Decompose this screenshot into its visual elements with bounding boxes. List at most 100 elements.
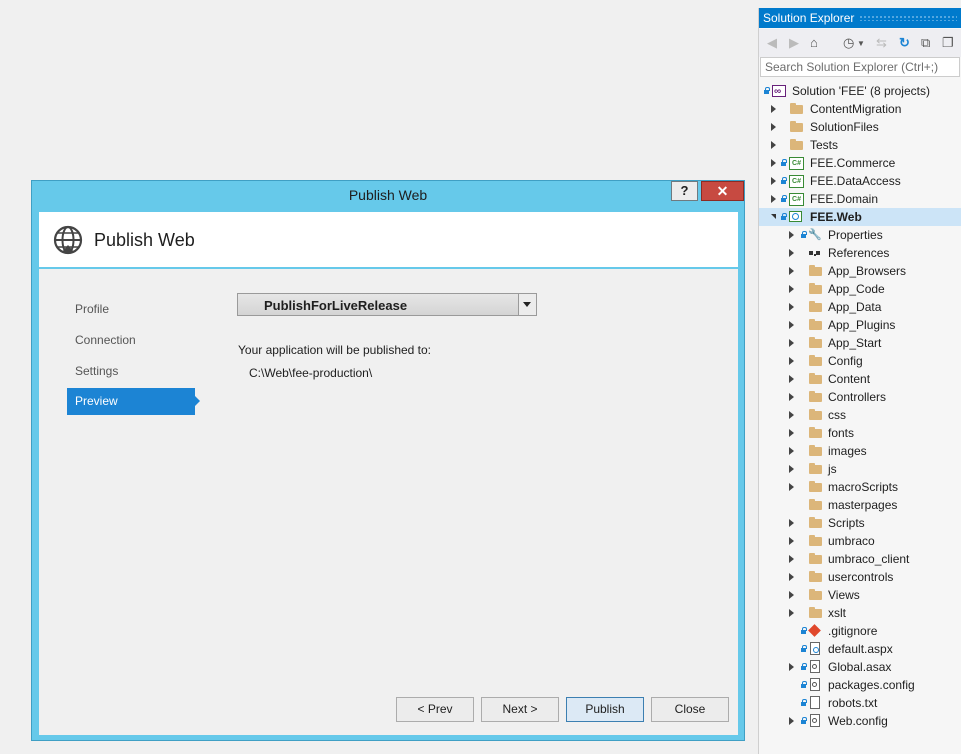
refresh-icon[interactable]: ↻ [899,35,910,51]
chevron-right-icon[interactable] [787,460,797,478]
tree-row-child[interactable]: images [759,442,961,460]
nav-preview[interactable]: Preview [67,388,200,415]
chevron-right-icon[interactable] [787,298,797,316]
chevron-right-icon[interactable] [769,118,779,136]
tree-row-child[interactable]: umbraco [759,532,961,550]
tree-row-child[interactable]: xslt [759,604,961,622]
chevron-right-icon[interactable] [769,154,779,172]
tree-row-child[interactable]: macroScripts [759,478,961,496]
tree-row-solution[interactable]: Solution 'FEE' (8 projects) [759,82,961,101]
chevron-right-icon[interactable] [787,442,797,460]
tree-row-child[interactable]: default.aspx [759,640,961,658]
chevron-right-icon[interactable] [787,262,797,280]
folder-icon [808,388,824,406]
tree-row-project[interactable]: FEE.Domain [759,190,961,208]
tree-row-child[interactable]: References [759,244,961,262]
back-icon[interactable]: ◀ [767,35,777,51]
tree-row-child[interactable]: usercontrols [759,568,961,586]
tree-row-child[interactable]: js [759,460,961,478]
tree-label: macroScripts [828,480,899,494]
tree-row-child[interactable]: Global.asax [759,658,961,676]
chevron-right-icon[interactable] [787,406,797,424]
chevron-right-icon[interactable] [769,190,779,208]
tree-row-child[interactable]: packages.config [759,676,961,694]
tree-row-child[interactable]: .gitignore [759,622,961,640]
tree-row-child[interactable]: fonts [759,424,961,442]
tree-row-child[interactable]: App_Browsers [759,262,961,280]
chevron-right-icon[interactable] [787,712,797,730]
tree-row-child[interactable]: Properties [759,226,961,244]
nav-settings[interactable]: Settings [67,358,195,385]
prev-button[interactable]: < Prev [396,697,474,722]
chevron-right-icon[interactable] [787,514,797,532]
chevron-right-icon[interactable] [787,316,797,334]
chevron-right-icon[interactable] [787,532,797,550]
folder-icon [808,298,824,316]
tree-row-child[interactable]: App_Plugins [759,316,961,334]
chevron-right-icon[interactable] [787,334,797,352]
chevron-right-icon[interactable] [787,658,797,676]
collapse-all-icon[interactable]: ⧉ [921,35,930,51]
lock-icon [781,208,787,226]
show-all-files-icon[interactable]: ❐ [942,35,954,51]
sync-icon[interactable]: ⇆ [876,35,887,51]
tree-row-project[interactable]: ContentMigration [759,100,961,118]
tree-row-child[interactable]: css [759,406,961,424]
tree-row-child[interactable]: Web.config [759,712,961,730]
chevron-right-icon[interactable] [787,604,797,622]
tree-row-child[interactable]: robots.txt [759,694,961,712]
chevron-right-icon[interactable] [769,136,779,154]
home-icon[interactable]: ⌂ [810,35,818,50]
chevron-right-icon[interactable] [787,370,797,388]
nav-connection[interactable]: Connection [67,327,195,354]
search-solution-explorer-input[interactable]: Search Solution Explorer (Ctrl+;) [760,57,960,77]
tree-row-child[interactable]: masterpages [759,496,961,514]
history-icon[interactable]: ◷ [843,35,854,51]
tree-row-child[interactable]: App_Start [759,334,961,352]
tree-row-child[interactable]: App_Code [759,280,961,298]
chevron-down-icon[interactable]: ▼ [857,39,865,48]
title-grip [859,15,957,21]
chevron-down-icon[interactable] [518,294,536,315]
chevron-right-icon[interactable] [769,172,779,190]
tree-row-child[interactable]: Scripts [759,514,961,532]
tree-label: robots.txt [828,696,878,710]
help-button[interactable]: ? [671,181,698,201]
tree-label: Tests [810,138,839,152]
tree-label: .gitignore [828,624,878,638]
chevron-right-icon[interactable] [787,352,797,370]
tree-row-project-selected[interactable]: FEE.Web [759,208,961,226]
tree-row-child[interactable]: App_Data [759,298,961,316]
tree-row-child[interactable]: Controllers [759,388,961,406]
chevron-right-icon[interactable] [769,100,779,118]
tree-row-project[interactable]: Tests [759,136,961,154]
chevron-right-icon[interactable] [787,568,797,586]
chevron-down-icon[interactable] [770,208,780,226]
tree-row-project[interactable]: FEE.Commerce [759,154,961,172]
chevron-right-icon[interactable] [787,280,797,298]
chevron-right-icon[interactable] [787,226,797,244]
close-button[interactable]: Close [651,697,729,722]
chevron-right-icon[interactable] [787,424,797,442]
forward-icon[interactable]: ▶ [789,35,799,51]
folder-icon [789,100,805,118]
tree-row-child[interactable]: umbraco_client [759,550,961,568]
chevron-right-icon[interactable] [787,388,797,406]
tree-row-project[interactable]: SolutionFiles [759,118,961,136]
tree-row-child[interactable]: Content [759,370,961,388]
chevron-right-icon[interactable] [787,478,797,496]
tree-label: FEE.Commerce [810,156,896,170]
tree-row-child[interactable]: Views [759,586,961,604]
tree-row-project[interactable]: FEE.DataAccess [759,172,961,190]
next-button[interactable]: Next > [481,697,559,722]
publish-button[interactable]: Publish [566,697,644,722]
chevron-right-icon[interactable] [787,244,797,262]
tree-label: App_Plugins [828,318,896,332]
tree-row-child[interactable]: Config [759,352,961,370]
close-window-button[interactable]: ✕ [701,181,744,201]
chevron-right-icon[interactable] [787,586,797,604]
solution-explorer-title-text: Solution Explorer [763,11,855,25]
nav-profile[interactable]: Profile [67,296,195,323]
profile-dropdown[interactable]: PublishForLiveRelease [237,293,537,316]
chevron-right-icon[interactable] [787,550,797,568]
